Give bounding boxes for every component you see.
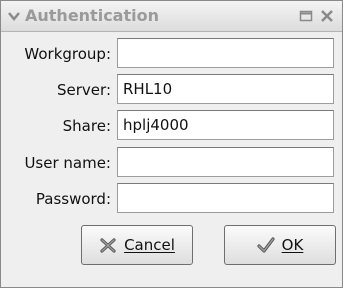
title-bar[interactable]: Authentication (1, 1, 342, 32)
share-input[interactable] (117, 110, 334, 140)
server-row: Server: (1, 72, 342, 106)
password-input[interactable] (117, 183, 334, 213)
username-input[interactable] (117, 147, 334, 177)
ok-button[interactable]: OK (224, 225, 336, 265)
username-label: User name: (24, 154, 111, 172)
share-row: Share: (1, 108, 342, 142)
cancel-x-icon (100, 238, 116, 253)
cancel-button[interactable]: Cancel (81, 225, 193, 265)
authentication-dialog: Authentication Workgroup: Server: Share:… (0, 0, 343, 288)
chevron-down-icon[interactable] (7, 9, 21, 23)
username-row: User name: (1, 145, 342, 179)
workgroup-row: Workgroup: (1, 36, 342, 70)
window-title: Authentication (25, 6, 159, 25)
maximize-icon[interactable] (298, 8, 314, 24)
checkmark-icon (257, 237, 275, 253)
ok-button-label: OK (281, 236, 304, 254)
server-label: Server: (57, 81, 111, 99)
password-label: Password: (35, 190, 111, 208)
server-input[interactable] (117, 74, 334, 104)
share-label: Share: (62, 117, 111, 135)
window-bottom-edge (1, 269, 342, 287)
workgroup-label: Workgroup: (24, 45, 111, 63)
password-row: Password: (1, 181, 342, 215)
workgroup-input[interactable] (117, 38, 334, 68)
dialog-buttons: Cancel OK (65, 225, 342, 267)
cancel-button-label: Cancel (124, 236, 175, 254)
close-icon[interactable] (319, 8, 335, 24)
